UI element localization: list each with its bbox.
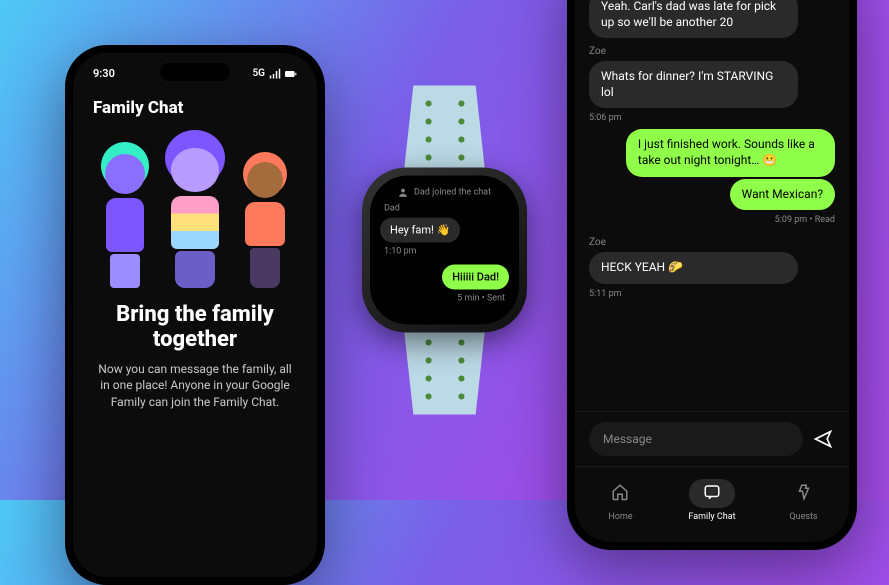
watch-out-time: 5 min • Sent: [380, 294, 509, 304]
nav-label: Quests: [789, 512, 817, 522]
watch-bezel: Dad joined the chat Dad Hey fam! 👋 1:10 …: [362, 168, 527, 333]
message-bubble: Want Mexican?: [730, 179, 835, 211]
nav-label: Family Chat: [688, 512, 735, 522]
bottom-nav: Home Family Chat Quests: [575, 466, 849, 542]
message-in[interactable]: Zoe HECK YEAH 🌮 5:11 pm: [589, 231, 835, 305]
home-icon: [611, 483, 629, 501]
send-button[interactable]: [811, 427, 835, 451]
phone-left-screen: 9:30 5G Family Chat Bring the family tog…: [73, 53, 317, 577]
message-bubble: HECK YEAH 🌮: [589, 252, 798, 284]
signal-icon: [269, 68, 281, 80]
nav-label: Home: [608, 512, 632, 522]
headline: Bring the family together: [73, 288, 317, 361]
message-in[interactable]: Lily Yeah. Carl's dad was late for pick …: [589, 0, 835, 40]
watch-device: Dad joined the chat Dad Hey fam! 👋 1:10 …: [355, 86, 535, 415]
message-out[interactable]: I just finished work. Sounds like a take…: [589, 129, 835, 178]
message-composer: Message: [575, 411, 849, 466]
watch-in-bubble: Hey fam! 👋: [380, 218, 460, 243]
watch-joined-text: Dad joined the chat: [414, 188, 491, 198]
watch-message-out[interactable]: Hiiiii Dad! 5 min • Sent: [380, 265, 509, 304]
message-bubble: Whats for dinner? I'm STARVING lol: [589, 61, 798, 108]
character-2: [160, 148, 230, 288]
watch-band-top: [404, 86, 486, 176]
status-time: 9:30: [93, 67, 115, 80]
watch-out-bubble: Hiiiii Dad!: [442, 265, 509, 290]
message-input[interactable]: Message: [589, 422, 803, 456]
characters-illustration: [73, 128, 317, 288]
nav-family-chat[interactable]: Family Chat: [678, 475, 745, 526]
subtext: Now you can message the family, all in o…: [73, 361, 317, 411]
message-bubble: I just finished work. Sounds like a take…: [626, 129, 835, 176]
watch-screen: Dad joined the chat Dad Hey fam! 👋 1:10 …: [370, 176, 519, 325]
watch-joined-notice: Dad joined the chat: [380, 188, 509, 198]
phone-right-device: Lily Yeah. Carl's dad was late for pick …: [567, 0, 857, 550]
message-sender: Zoe: [589, 237, 835, 248]
character-3: [230, 148, 300, 288]
message-bubble: Yeah. Carl's dad was late for pick up so…: [589, 0, 798, 38]
battery-icon: [285, 68, 297, 80]
app-title: Family Chat: [73, 86, 317, 128]
message-time: 5:09 pm • Read: [775, 215, 835, 225]
phone-right-screen: Lily Yeah. Carl's dad was late for pick …: [575, 0, 849, 542]
status-icons: 5G: [252, 68, 297, 80]
watch-in-time: 1:10 pm: [380, 247, 509, 257]
message-list[interactable]: Lily Yeah. Carl's dad was late for pick …: [575, 0, 849, 411]
chat-icon: [703, 483, 721, 501]
send-icon: [813, 429, 833, 449]
person-icon: [398, 188, 408, 198]
phone-left-device: 9:30 5G Family Chat Bring the family tog…: [65, 45, 325, 585]
watch-message-in[interactable]: Dad Hey fam! 👋 1:10 pm: [380, 204, 509, 257]
message-sender: Zoe: [589, 46, 835, 57]
watch-in-sender: Dad: [380, 204, 509, 214]
message-time: 5:11 pm: [589, 289, 835, 299]
message-out[interactable]: Want Mexican? 5:09 pm • Read: [589, 179, 835, 232]
watch-band-bottom: [404, 325, 486, 415]
network-label: 5G: [252, 68, 265, 79]
character-1: [90, 148, 160, 288]
message-in[interactable]: Zoe Whats for dinner? I'm STARVING lol 5…: [589, 40, 835, 129]
nav-home[interactable]: Home: [587, 475, 653, 526]
quests-icon: [795, 483, 813, 501]
phone-notch: [160, 63, 230, 81]
nav-quests[interactable]: Quests: [771, 475, 837, 526]
message-time: 5:06 pm: [589, 113, 835, 123]
